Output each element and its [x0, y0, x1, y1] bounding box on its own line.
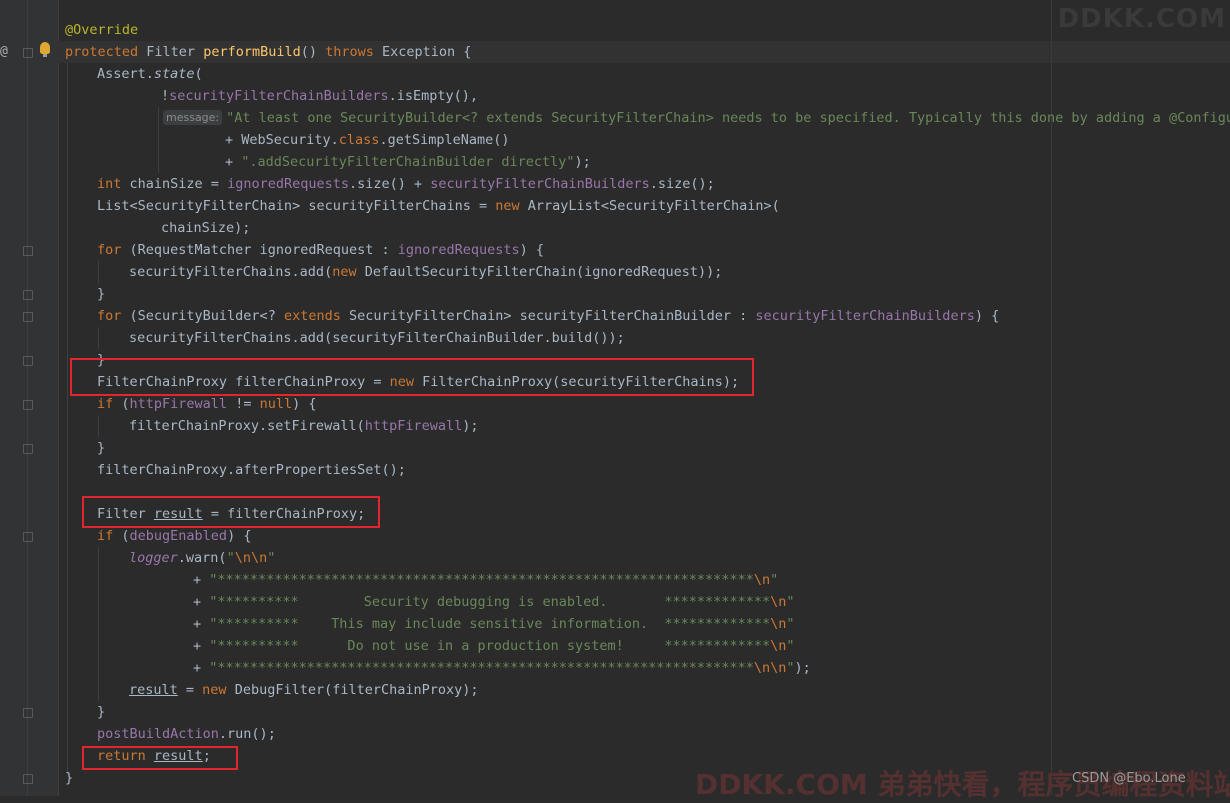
code-line: + "*************************************… — [193, 572, 779, 588]
indent-guide — [98, 327, 99, 349]
code-line: } — [97, 440, 106, 456]
code-line: for (RequestMatcher ignoredRequest : ign… — [97, 242, 545, 258]
code-line: + "********** This may include sensitive… — [193, 616, 795, 632]
fold-marker-icon[interactable] — [23, 246, 33, 256]
code-line: } — [97, 286, 106, 302]
code-line: filterChainProxy.afterPropertiesSet(); — [97, 462, 406, 478]
indent-guide — [98, 261, 99, 283]
code-line: logger.warn("\n\n" — [129, 550, 276, 566]
code-line: !securityFilterChainBuilders.isEmpty(), — [161, 88, 478, 104]
fold-marker-icon[interactable] — [23, 444, 33, 454]
code-line: if (httpFirewall != null) { — [97, 396, 317, 412]
fold-marker-icon[interactable] — [23, 356, 33, 366]
fold-marker-icon[interactable] — [23, 290, 33, 300]
code-line: filterChainProxy.setFirewall(httpFirewal… — [129, 418, 479, 434]
watermark-csdn: CSDN @Ebo.Lone — [1072, 771, 1186, 786]
indent-guide — [67, 63, 68, 775]
code-line: protected Filter performBuild() throws E… — [65, 44, 472, 60]
code-line: for (SecurityBuilder<? extends SecurityF… — [97, 308, 1000, 324]
highlight-box-return-result — [82, 746, 238, 770]
code-line: postBuildAction.run(); — [97, 726, 276, 742]
code-line: List<SecurityFilterChain> securityFilter… — [97, 198, 780, 214]
indent-guide — [98, 547, 99, 701]
code-line: chainSize); — [161, 220, 251, 236]
fold-marker-icon[interactable] — [23, 312, 33, 322]
override-at-icon[interactable]: @ — [0, 44, 8, 59]
code-line: } — [97, 704, 106, 720]
highlight-box-filterchainproxy — [70, 358, 754, 396]
indent-guide — [98, 415, 99, 437]
editor-gutter — [0, 0, 59, 796]
watermark-top: DDKK.COM — [1057, 4, 1226, 34]
code-line: + "********** Security debugging is enab… — [193, 594, 795, 610]
fold-marker-icon[interactable] — [23, 400, 33, 410]
indent-guide — [158, 107, 159, 173]
parameter-hint: message: — [163, 110, 223, 125]
code-line: + ".addSecurityFilterChainBuilder direct… — [225, 154, 591, 170]
code-line: + "*************************************… — [193, 660, 811, 676]
highlight-box-filter-result — [82, 496, 380, 528]
fold-marker-icon[interactable] — [23, 532, 33, 542]
fold-marker-icon[interactable] — [23, 48, 33, 58]
lightbulb-icon[interactable] — [40, 42, 50, 57]
code-line: } — [65, 770, 74, 786]
code-line: securityFilterChains.add(securityFilterC… — [129, 330, 625, 346]
code-line: + WebSecurity.class.getSimpleName() — [225, 132, 510, 148]
code-line: securityFilterChains.add(new DefaultSecu… — [129, 264, 723, 280]
code-line: + "********** Do not use in a production… — [193, 638, 795, 654]
code-editor[interactable]: @Override protected Filter performBuild(… — [58, 0, 1230, 796]
code-line: result = new DebugFilter(filterChainProx… — [129, 682, 479, 698]
code-line: @Override — [65, 22, 139, 38]
code-line: int chainSize = ignoredRequests.size() +… — [97, 176, 715, 192]
fold-marker-icon[interactable] — [23, 774, 33, 784]
code-line: Assert.state( — [97, 66, 203, 82]
gutter-divider — [27, 0, 28, 796]
code-line: if (debugEnabled) { — [97, 528, 252, 544]
fold-marker-icon[interactable] — [23, 708, 33, 718]
code-line: message: "At least one SecurityBuilder<? … — [163, 107, 1230, 129]
